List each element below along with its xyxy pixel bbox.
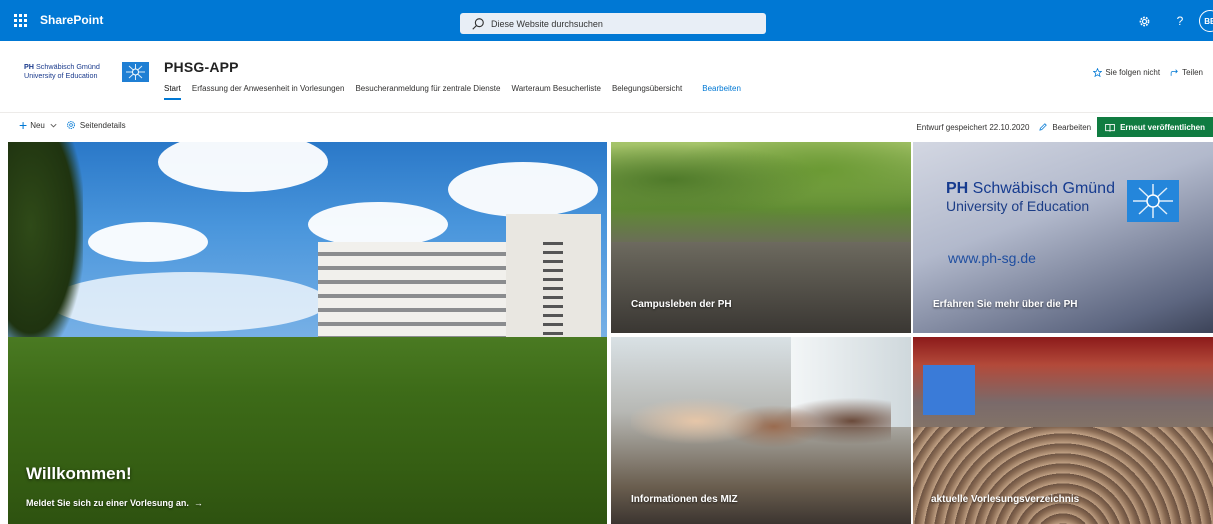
- help-button[interactable]: ?: [1169, 10, 1191, 32]
- tree-shape: [8, 142, 83, 352]
- lecture-hall-audience: [913, 427, 1213, 524]
- nav-item-belegung[interactable]: Belegungsübersicht: [612, 84, 682, 93]
- cloud-shape: [48, 272, 328, 332]
- book-icon: [1105, 123, 1115, 132]
- search-icon: [472, 17, 484, 30]
- star-icon: [1093, 68, 1103, 77]
- republish-label: Erneut veröffentlichen: [1120, 122, 1205, 132]
- follow-label: Sie folgen nicht: [1105, 68, 1161, 77]
- logo-text: PH Schwäbisch Gmünd University of Educat…: [24, 62, 100, 80]
- hero-tile-miz[interactable]: Informationen des MIZ: [611, 337, 911, 524]
- command-bar-left: + Neu Seitendetails: [19, 117, 134, 133]
- miz-photo-people: [631, 377, 891, 487]
- ph-emblem-icon: [1127, 180, 1179, 222]
- share-button[interactable]: Teilen: [1170, 68, 1203, 77]
- tile-label-about: Erfahren Sie mehr über die PH: [933, 299, 1078, 310]
- gear-icon: [66, 121, 75, 129]
- page-details-label: Seitendetails: [79, 120, 126, 130]
- ph-tile-logo-text: PH Schwäbisch Gmünd University of Educat…: [946, 180, 1115, 215]
- follow-button[interactable]: Sie folgen nicht: [1093, 68, 1160, 77]
- register-lecture-label: Meldet Sie sich zu einer Vorlesung an.: [26, 498, 189, 508]
- register-lecture-link[interactable]: Meldet Sie sich zu einer Vorlesung an. →: [26, 498, 203, 508]
- nav-item-start[interactable]: Start: [164, 84, 181, 100]
- hero-tile-campus[interactable]: Campusleben der PH: [611, 142, 911, 333]
- hero-tile-about[interactable]: PH Schwäbisch Gmünd University of Educat…: [913, 142, 1213, 333]
- site-header: PH Schwäbisch Gmünd University of Educat…: [0, 41, 1213, 111]
- ph-tile-url: www.ph-sg.de: [948, 250, 1036, 266]
- page-details-button[interactable]: Seitendetails: [66, 120, 126, 130]
- campus-photo-lawn: [8, 337, 607, 524]
- header-actions: Sie folgen nicht Teilen: [1083, 68, 1203, 77]
- tile-label-lectures: aktuelle Vorlesungsverzeichnis: [931, 494, 1080, 505]
- new-label: Neu: [30, 120, 45, 130]
- campus-photo-plaza: [611, 242, 911, 333]
- app-launcher-icon[interactable]: [6, 6, 34, 34]
- search-input[interactable]: [491, 18, 751, 29]
- search-box[interactable]: [460, 13, 766, 34]
- cloud-shape: [448, 162, 598, 217]
- plus-icon: +: [19, 117, 28, 133]
- edit-label: Bearbeiten: [1052, 122, 1092, 132]
- suite-actions: ? BB: [1133, 10, 1213, 32]
- settings-gear-icon[interactable]: [1133, 10, 1155, 32]
- ph-tile-logo-line2: University of Education: [946, 198, 1090, 214]
- nav-item-warteraum[interactable]: Warteraum Besucherliste: [511, 84, 601, 93]
- command-bar: + Neu Seitendetails Entwurf gespeichert …: [0, 112, 1213, 139]
- logo-text-line2: University of Education: [24, 70, 98, 80]
- hero-section: Willkommen! Meldet Sie sich zu einer Vor…: [0, 142, 1213, 524]
- site-title[interactable]: PHSG-APP: [164, 59, 239, 75]
- tile-label-campus: Campusleben der PH: [631, 299, 732, 310]
- pencil-icon: [1039, 123, 1048, 131]
- share-label: Teilen: [1182, 68, 1203, 77]
- lecture-hall-projection-screen: [923, 365, 975, 415]
- hero-tile-welcome[interactable]: Willkommen! Meldet Sie sich zu einer Vor…: [8, 142, 607, 524]
- nav-edit-link[interactable]: Bearbeiten: [702, 84, 741, 93]
- nav-item-besucheranmeldung[interactable]: Besucheranmeldung für zentrale Dienste: [355, 84, 500, 93]
- suite-bar: SharePoint ? BB: [0, 0, 1213, 41]
- cloud-shape: [308, 202, 448, 247]
- draft-status: Entwurf gespeichert 22.10.2020: [916, 122, 1030, 132]
- app-name-link[interactable]: SharePoint: [40, 13, 103, 27]
- tile-label-miz: Informationen des MIZ: [631, 494, 738, 505]
- campus-photo-trees: [611, 142, 911, 237]
- logo-emblem-icon: [122, 62, 149, 82]
- hero-tile-lectures[interactable]: aktuelle Vorlesungsverzeichnis: [913, 337, 1213, 524]
- cloud-shape: [88, 222, 208, 262]
- user-avatar[interactable]: BB: [1199, 10, 1213, 32]
- ph-tile-logo-bold: PH: [946, 180, 969, 197]
- new-button[interactable]: + Neu: [19, 117, 58, 133]
- command-bar-right: Entwurf gespeichert 22.10.2020 Bearbeite…: [916, 117, 1213, 137]
- welcome-title: Willkommen!: [26, 464, 132, 483]
- edit-button[interactable]: Bearbeiten: [1038, 122, 1091, 132]
- arrow-right-icon: →: [191, 498, 203, 508]
- ph-tile-logo-rest: Schwäbisch Gmünd: [968, 180, 1115, 197]
- site-navigation: Start Erfassung der Anwesenheit in Vorle…: [164, 84, 752, 100]
- chevron-down-icon: [50, 123, 57, 127]
- site-logo[interactable]: PH Schwäbisch Gmünd University of Educat…: [24, 62, 150, 84]
- republish-button[interactable]: Erneut veröffentlichen: [1097, 117, 1213, 137]
- share-icon: [1170, 69, 1178, 76]
- building-tower-windows: [543, 242, 563, 342]
- nav-item-anwesenheit[interactable]: Erfassung der Anwesenheit in Vorlesungen: [192, 84, 345, 93]
